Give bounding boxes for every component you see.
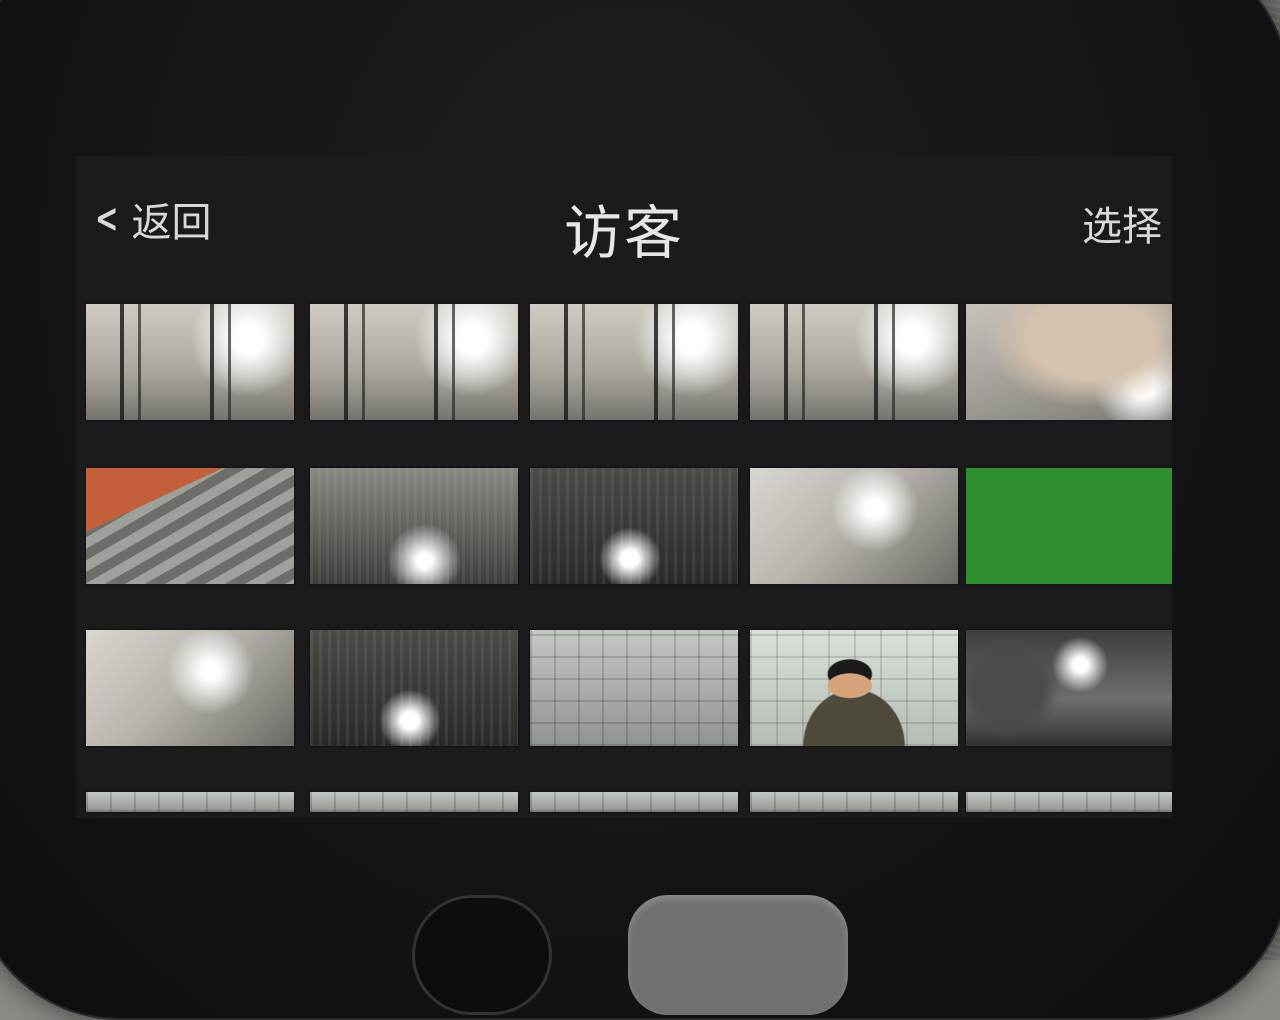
visitor-photo-thumbnail[interactable] — [966, 792, 1172, 812]
select-button[interactable]: 选择 — [1082, 194, 1162, 252]
visitor-photo-thumbnail[interactable] — [530, 630, 738, 746]
visitor-photo-thumbnail[interactable] — [530, 792, 738, 812]
visitor-photo-thumbnail[interactable] — [966, 630, 1172, 746]
visitor-photo-thumbnail[interactable] — [750, 304, 958, 420]
visitor-photo-thumbnail[interactable] — [310, 468, 518, 584]
visitor-photo-thumbnail[interactable] — [530, 468, 738, 584]
visitor-photo-thumbnail[interactable] — [750, 792, 958, 812]
visitor-photo-thumbnail[interactable] — [966, 468, 1172, 584]
page-title: 访客 — [563, 199, 684, 267]
visitor-photo-thumbnail[interactable] — [310, 304, 518, 420]
visitor-photo-thumbnail[interactable] — [86, 630, 294, 746]
visitor-photo-thumbnail[interactable] — [750, 468, 958, 584]
visitor-photo-thumbnail[interactable] — [530, 304, 738, 420]
visitor-photo-thumbnail[interactable] — [310, 630, 518, 746]
navigation-bar: < 返回 访客 选择 — [76, 156, 1172, 296]
visitor-photo-thumbnail[interactable] — [750, 630, 958, 746]
visitor-photo-thumbnail[interactable] — [86, 792, 294, 812]
visitor-photo-thumbnail[interactable] — [966, 304, 1172, 420]
visitor-photo-thumbnail[interactable] — [310, 792, 518, 812]
visitor-photo-thumbnail[interactable] — [86, 304, 294, 420]
visitor-photo-thumbnail[interactable] — [86, 468, 294, 584]
hardware-button-left[interactable] — [412, 895, 552, 1015]
device-screen: < 返回 访客 选择 — [76, 156, 1172, 818]
hardware-button-center[interactable] — [628, 895, 848, 1015]
